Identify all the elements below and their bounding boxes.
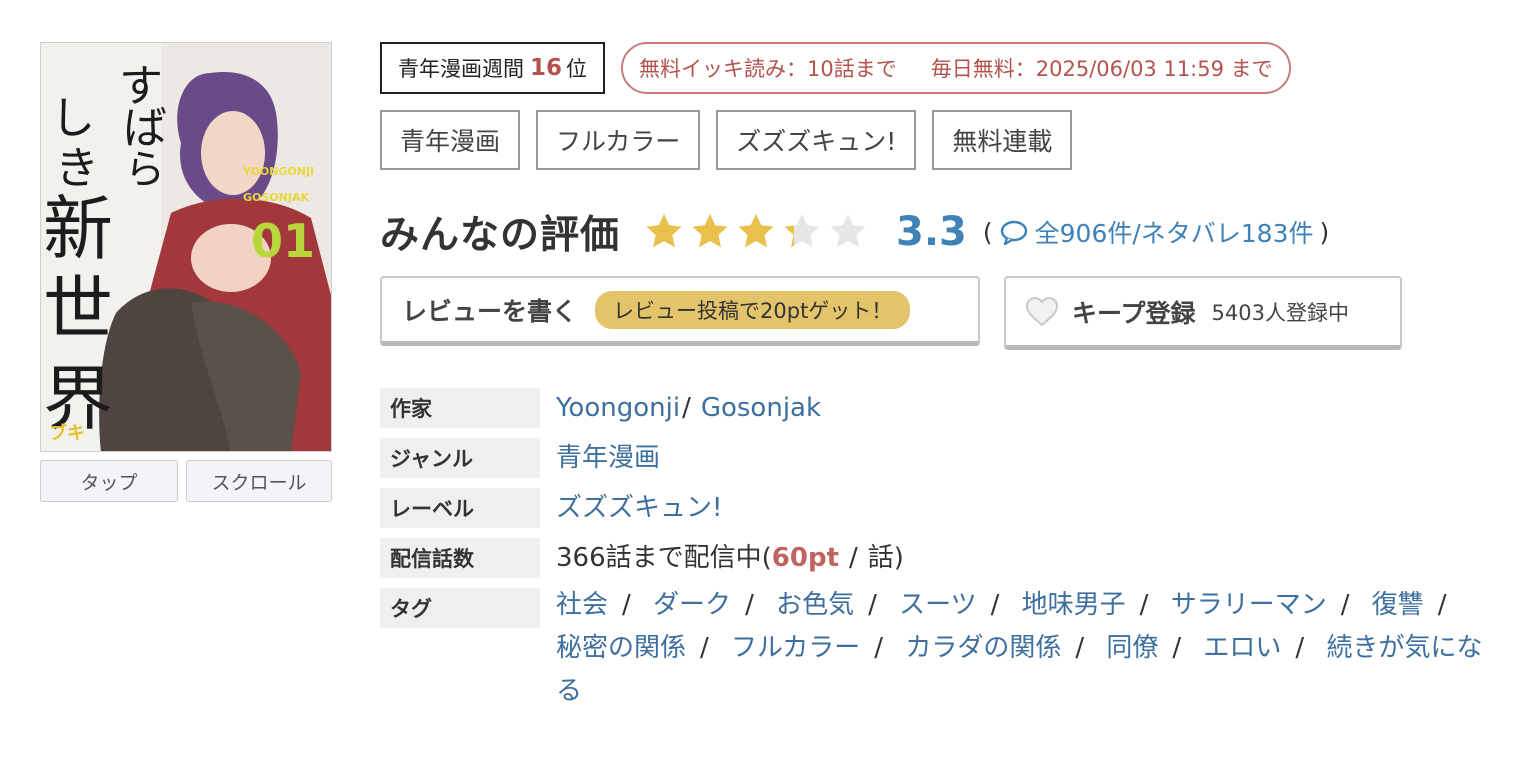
author-label: 作家 [380,388,540,428]
free-ikki-text: 無料イッキ読み：10話まで [639,57,897,81]
review-count-text: 全906件/ネタバレ183件 [1034,219,1314,248]
tag-separator: / [622,590,631,620]
title-details: 青年漫画週間 16 位 無料イッキ読み：10話まで 毎日無料：2025/06/0… [380,42,1490,723]
ranking-suffix: 位 [566,57,588,81]
tag-separator: / [700,633,709,663]
tag-separator: / [990,590,1000,620]
author-link[interactable]: Yoongonji [556,393,680,423]
tag-separator: / [1437,590,1447,620]
keep-count: 5403人登録中 [1211,300,1349,325]
star-icon [692,214,728,248]
cover-title-char: ら [125,147,165,193]
review-counts: ( 全906件/ネタバレ183件 ) [983,214,1329,250]
genre-link[interactable]: 青年漫画 [556,438,660,478]
rating-section: みんなの評価 3.3 ( 全906件/ネタバレ183件 ) [380,204,1490,260]
heart-icon [1025,296,1059,326]
tag-link[interactable]: 社会 [556,590,608,620]
genre-tag-list: 青年漫画 フルカラー ズズズキュン! 無料連載 [380,110,1490,170]
author-values: Yoongonji/ Gosonjak [556,388,821,428]
tag-link[interactable]: エロい [1203,633,1281,663]
review-bonus-badge: レビュー投稿で20ptゲット！ [595,290,911,329]
tag-separator: / [1172,633,1182,663]
open-paren: ( [982,217,993,247]
free-reading-badge: 無料イッキ読み：10話まで 毎日無料：2025/06/03 11:59 まで [621,42,1291,94]
cover-title-char: し [51,93,95,144]
tag-link[interactable]: サラリーマン [1171,590,1327,620]
tag-link[interactable]: フルカラー [731,633,860,663]
episodes-value: 366話まで配信中(60pt / 話) [556,538,904,578]
star-icon [646,214,682,248]
cover-author-2: GOSONJAK [243,191,309,204]
rating-score: 3.3 [896,209,967,255]
genre-label: ジャンル [380,438,540,478]
info-row-publisher: レーベル ズズズキュン! [380,488,1490,528]
tag-link[interactable]: お色気 [776,590,854,620]
info-row-episodes: 配信話数 366話まで配信中(60pt / 話) [380,538,1490,578]
tag-link[interactable]: カラダの関係 [905,633,1061,663]
tag-link[interactable]: ダーク [653,590,731,620]
tag-separator: / [1340,590,1350,620]
info-row-author: 作家 Yoongonji/ Gosonjak [380,388,1490,428]
tag-list: 社会 / ダーク / お色気 / スーツ / 地味男子 / サラリーマン / 復讐 / 秘密の… [556,584,1486,713]
genre-tag-free-serial[interactable]: 無料連載 [932,110,1073,170]
tag-link[interactable]: 秘密の関係 [556,633,686,663]
genre-tag-label[interactable]: ズズズキュン! [716,110,917,170]
tag-link[interactable]: 地味男子 [1022,590,1126,620]
episodes-separator: / [849,543,858,573]
author-link[interactable]: Gosonjak [701,393,821,423]
publisher-link[interactable]: ズズズキュン! [556,488,722,528]
daily-free-text: 毎日無料：2025/06/03 11:59 まで [930,57,1273,81]
info-row-genre: ジャンル 青年漫画 [380,438,1490,478]
cover-title-char: 世 [43,268,113,350]
tag-separator: / [1295,633,1305,663]
genre-tag-fullcolor[interactable]: フルカラー [536,110,701,170]
tag-separator: / [1139,590,1149,620]
viewer-mode-buttons: タップ スクロール [40,460,332,502]
episodes-text: 366話まで配信中( [556,543,772,573]
cover-publisher-logo: ブキ [49,422,85,444]
ranking-number: 16 [530,55,563,81]
star-rating [644,212,874,252]
tag-separator: / [1075,633,1085,663]
publisher-label: レーベル [380,488,540,528]
tags-label: タグ [380,588,540,628]
rating-title: みんなの評価 [380,213,621,258]
info-row-tags: タグ 社会 / ダーク / お色気 / スーツ / 地味男子 / サラリーマン / 復讐 / … [380,588,1490,713]
genre-tag-seinen[interactable]: 青年漫画 [380,110,521,170]
episode-price: 60pt [771,543,840,573]
cover-image[interactable]: す ば ら し き 新 世 界 YOONGONJI GOSONJAK 01 ブキ [40,42,332,452]
star-icon [738,214,774,248]
close-paren: ) [1319,217,1330,247]
tag-separator: / [874,633,884,663]
keep-button[interactable]: キープ登録 5403人登録中 [1004,276,1402,350]
tag-link[interactable]: 復讐 [1372,590,1424,620]
tag-separator: / [868,590,877,620]
star-icon [830,214,866,248]
star-icon [784,214,820,248]
episodes-label: 配信話数 [380,538,540,578]
ranking-badge[interactable]: 青年漫画週間 16 位 [380,42,606,94]
review-count-link[interactable]: 全906件/ネタバレ183件 [999,214,1314,250]
cover-volume: 01 [251,214,315,268]
keep-label: キープ登録 [1072,298,1196,328]
tag-separator: / [745,590,754,620]
write-review-button[interactable]: レビューを書く レビュー投稿で20ptゲット！ [380,276,980,346]
speech-bubble-icon [1000,220,1027,245]
tap-view-button[interactable]: タップ [40,460,178,502]
tag-link[interactable]: 同僚 [1106,633,1158,663]
cover-title-char: 新 [43,188,113,270]
scroll-view-button[interactable]: スクロール [186,460,332,502]
write-review-label: レビューを書く [402,296,578,326]
episodes-unit: 話) [867,543,904,573]
cover-title-char: き [55,143,99,194]
ranking-prefix: 青年漫画週間 [398,57,524,81]
cover-author-1: YOONGONJI [242,165,314,178]
tag-link[interactable]: スーツ [899,590,976,620]
info-table: 作家 Yoongonji/Gosonjak ジャンル 青年漫画 レーベル ズズズ… [380,388,1490,713]
author-separator: / [682,393,691,423]
